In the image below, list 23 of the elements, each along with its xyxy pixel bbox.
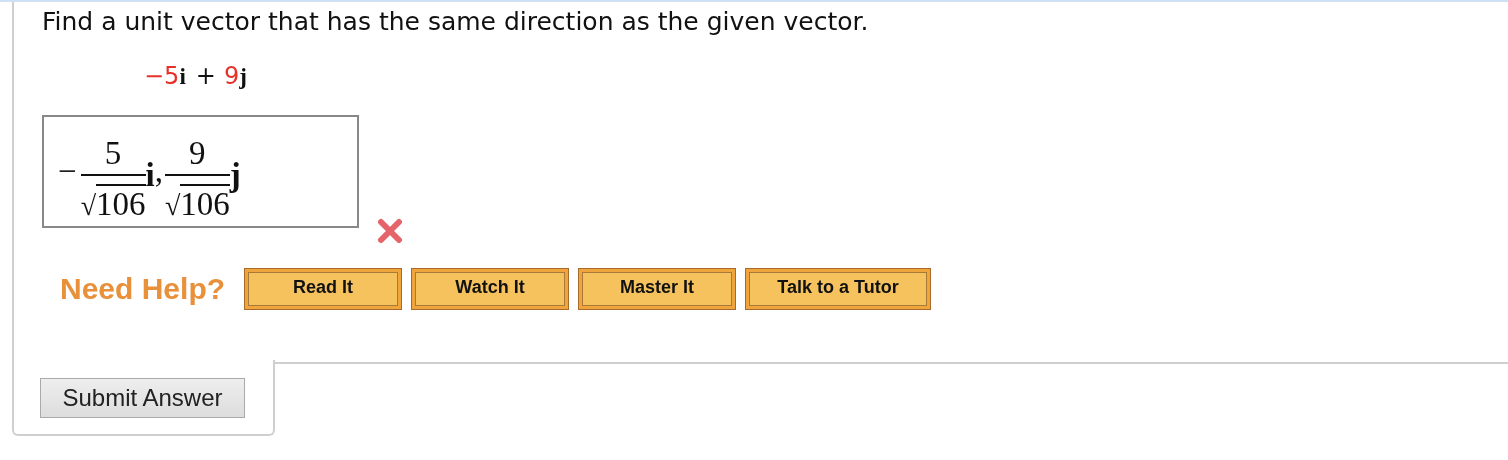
coefficient: 9	[223, 62, 240, 90]
help-button[interactable]: Talk to a Tutor	[745, 268, 932, 310]
help-button[interactable]: Master It	[578, 268, 737, 310]
help-button[interactable]: Watch It	[411, 268, 570, 310]
numerator: 9	[164, 135, 230, 176]
radicand: 106	[96, 183, 146, 222]
unit-vector-symbol: j	[229, 157, 241, 194]
submit-answer-button[interactable]: Submit Answer	[40, 378, 245, 418]
answer-box[interactable]: − 5 √106 i, 9 √106 j	[42, 115, 359, 228]
minus-sign: −	[58, 153, 77, 190]
need-help-label: Need Help?	[60, 272, 226, 306]
plus-sign: +	[195, 62, 216, 90]
unit-vector-symbol: i	[145, 157, 155, 194]
comma: ,	[154, 153, 163, 190]
unit-vector-symbol: i	[179, 64, 186, 90]
question-text: Find a unit vector that has the same direction as the given vector.	[42, 7, 869, 36]
coefficient: −5	[144, 62, 180, 90]
radical-sign: √	[164, 191, 181, 222]
unit-vector-symbol: j	[239, 64, 247, 90]
numerator: 5	[80, 135, 146, 176]
help-button[interactable]: Read It	[244, 268, 403, 310]
radical-sign: √	[80, 191, 96, 222]
radicand: 106	[180, 183, 230, 222]
